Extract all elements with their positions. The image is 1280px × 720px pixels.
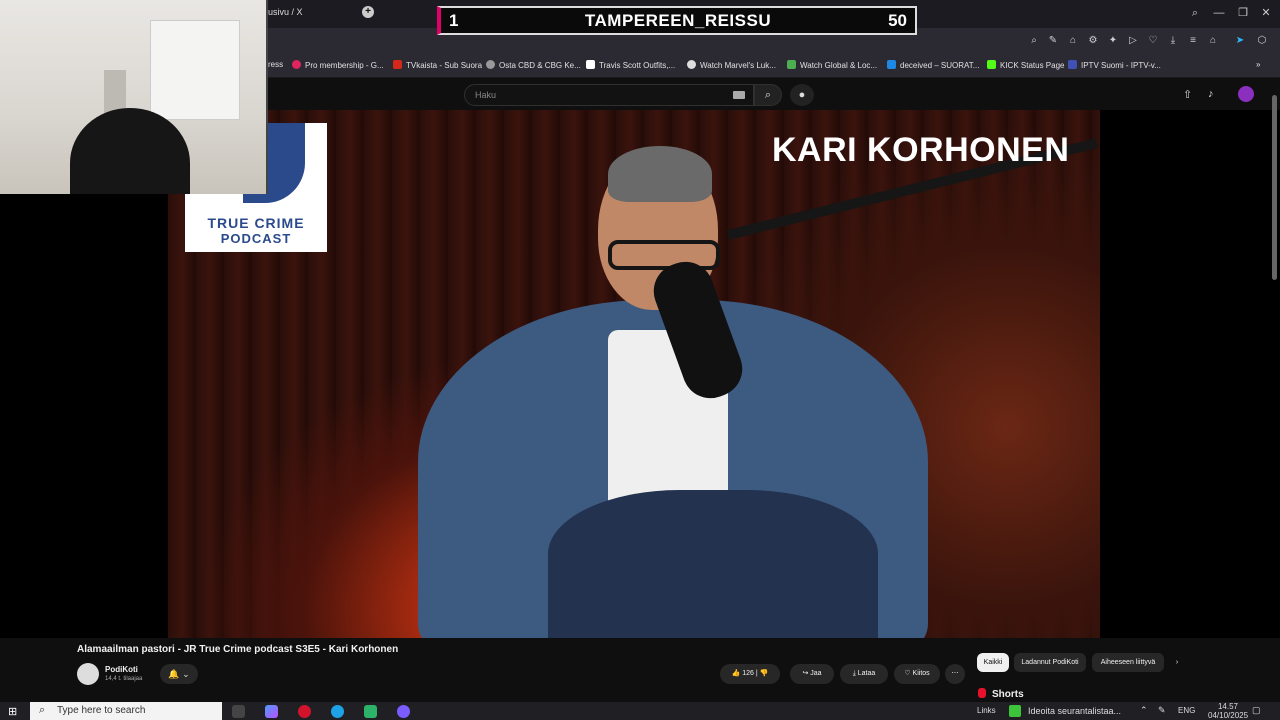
- person-glasses: [608, 240, 720, 270]
- discord-icon[interactable]: [397, 705, 410, 718]
- bookmark-favicon-icon: [393, 60, 402, 69]
- scoreboard-value: 50: [888, 11, 907, 30]
- guest-name-overlay: KARI KORHONEN: [772, 131, 1070, 169]
- avatar[interactable]: [1238, 86, 1254, 102]
- pen-icon[interactable]: ✎: [1158, 705, 1166, 716]
- search-icon: ⌕: [39, 704, 46, 716]
- edge-icon[interactable]: [331, 705, 344, 718]
- thanks-button[interactable]: ♡ Kiitos: [894, 664, 940, 684]
- taskbar-search-placeholder: Type here to search: [57, 705, 146, 716]
- webcam-frame: [0, 0, 268, 194]
- download-icon[interactable]: ⤓: [1166, 34, 1180, 48]
- subscribed-bell-button[interactable]: 🔔 ⌄: [160, 664, 198, 684]
- chevron-up-icon[interactable]: ⌃: [1140, 705, 1148, 716]
- channel-name[interactable]: PodiKoti: [105, 665, 138, 674]
- search-placeholder: Haku: [475, 90, 497, 100]
- scoreboard-overlay: TAMPEREEN_REISSU 1 50: [437, 6, 917, 35]
- webcam-overlay: [0, 0, 268, 194]
- settings-icon[interactable]: ⚙: [1086, 34, 1100, 48]
- bookmark-item[interactable]: IPTV Suomi - IPTV-v...: [1068, 60, 1161, 70]
- bookmark-favicon-icon: [787, 60, 796, 69]
- bookmark-item[interactable]: KICK Status Page: [987, 60, 1064, 70]
- windows-taskbar: ⊞ ⌕ Type here to search Links Ideoita se…: [0, 702, 1280, 720]
- home-icon[interactable]: ⌂: [1066, 34, 1080, 48]
- more-actions-button[interactable]: ⋯: [945, 664, 965, 684]
- zoom-icon[interactable]: ⌕: [1027, 34, 1041, 48]
- bookmark-favicon-icon: [687, 60, 696, 69]
- copilot-icon[interactable]: [265, 705, 278, 718]
- tray-news[interactable]: Ideoita seurantalistaa...: [1028, 706, 1121, 716]
- bookmark-item[interactable]: Watch Marvel's Luk...: [687, 60, 776, 70]
- tray-date: 04/10/2025: [1208, 711, 1249, 720]
- edit-icon[interactable]: ✎: [1046, 34, 1060, 48]
- bookmark-item[interactable]: deceived – SUORAT...: [887, 60, 979, 70]
- bookmark-item[interactable]: Osta CBD & CBG Ke...: [486, 60, 581, 70]
- windows-start-icon[interactable]: ⊞: [8, 706, 20, 718]
- bookmark-favicon-icon: [486, 60, 495, 69]
- upload-icon[interactable]: ⇧: [1183, 88, 1192, 101]
- tray-time: 14.57: [1217, 702, 1239, 711]
- bookmark-favicon-icon: [586, 60, 595, 69]
- vpn-icon[interactable]: ➤: [1233, 34, 1247, 48]
- channel-subscribers: 14,4 t. tilaajaa: [105, 676, 143, 682]
- extension-icon[interactable]: ✦: [1106, 34, 1120, 48]
- person-jeans: [548, 490, 878, 638]
- bookmark-item[interactable]: Pro membership - G...: [292, 60, 384, 70]
- keyboard-icon[interactable]: [733, 91, 745, 99]
- microphone-icon[interactable]: ●: [790, 84, 814, 106]
- restore-button[interactable]: ❐: [1234, 5, 1252, 21]
- video-title: Alamaailman pastori - JR True Crime podc…: [77, 644, 399, 655]
- shorts-section-title: Shorts: [978, 688, 1024, 700]
- app-icon[interactable]: [364, 705, 377, 718]
- search-icon[interactable]: ⌕: [1186, 5, 1204, 21]
- bookmarks-overflow-icon[interactable]: »: [1256, 60, 1260, 69]
- tray-language[interactable]: ENG: [1178, 706, 1195, 715]
- heart-icon[interactable]: ♡: [1146, 34, 1160, 48]
- scoreboard-rank: 1: [449, 11, 459, 30]
- menu-list-icon[interactable]: ≡: [1186, 34, 1200, 48]
- bookmark-favicon-icon: [292, 60, 301, 69]
- news-icon[interactable]: [1009, 705, 1021, 717]
- logo-text-line1: TRUE CRIME: [207, 215, 305, 231]
- scoreboard-name: TAMPEREEN_REISSU: [584, 11, 772, 30]
- tray-clock[interactable]: 14.57 04/10/2025: [1208, 702, 1248, 720]
- chip-all[interactable]: Kaikki: [977, 653, 1009, 672]
- bookmark-favicon-icon: [987, 60, 996, 69]
- bookmark-favicon-icon: [1068, 60, 1077, 69]
- new-tab-button[interactable]: +: [362, 6, 374, 18]
- like-button[interactable]: 👍 126 | 👎: [720, 664, 780, 684]
- taskbar-search-input[interactable]: ⌕ Type here to search: [30, 702, 222, 720]
- bell-icon[interactable]: ♪: [1208, 88, 1214, 100]
- task-view-icon[interactable]: [232, 705, 245, 718]
- bookmark-item[interactable]: TVkaista - Sub Suora: [393, 60, 482, 70]
- search-button[interactable]: ⌕: [754, 84, 782, 106]
- chip-related[interactable]: Aiheeseen liittyvä: [1092, 653, 1164, 672]
- chevron-right-icon[interactable]: ›: [1170, 653, 1184, 672]
- lock-icon[interactable]: ⌂: [1206, 34, 1220, 48]
- chip-uploaded-by[interactable]: Ladannut PodiKoti: [1014, 653, 1086, 672]
- box-icon[interactable]: ⬡: [1255, 34, 1269, 48]
- browser-tab-title[interactable]: usivu / X: [268, 7, 303, 17]
- minimize-button[interactable]: —: [1210, 5, 1228, 21]
- bookmark-favicon-icon: [887, 60, 896, 69]
- notification-icon[interactable]: ▢: [1252, 705, 1261, 716]
- bookmark-item[interactable]: ress: [268, 60, 283, 69]
- channel-avatar[interactable]: [77, 663, 99, 685]
- logo-text-line2: PODCAST: [220, 231, 292, 246]
- bookmark-item[interactable]: Watch Global & Loc...: [787, 60, 877, 70]
- scrollbar-thumb[interactable]: [1272, 95, 1277, 280]
- play-icon[interactable]: ▷: [1126, 34, 1140, 48]
- shorts-icon: [978, 688, 986, 698]
- download-button[interactable]: ⤓ Lataa: [840, 664, 888, 684]
- close-button[interactable]: ✕: [1257, 5, 1275, 21]
- search-input[interactable]: Haku: [464, 84, 754, 106]
- share-button[interactable]: ↪ Jaa: [790, 664, 834, 684]
- like-count: 126: [742, 670, 754, 677]
- tray-links[interactable]: Links: [977, 706, 996, 715]
- bookmark-item[interactable]: Travis Scott Outfits,...: [586, 60, 675, 70]
- person-hair: [608, 146, 712, 202]
- opera-icon[interactable]: [298, 705, 311, 718]
